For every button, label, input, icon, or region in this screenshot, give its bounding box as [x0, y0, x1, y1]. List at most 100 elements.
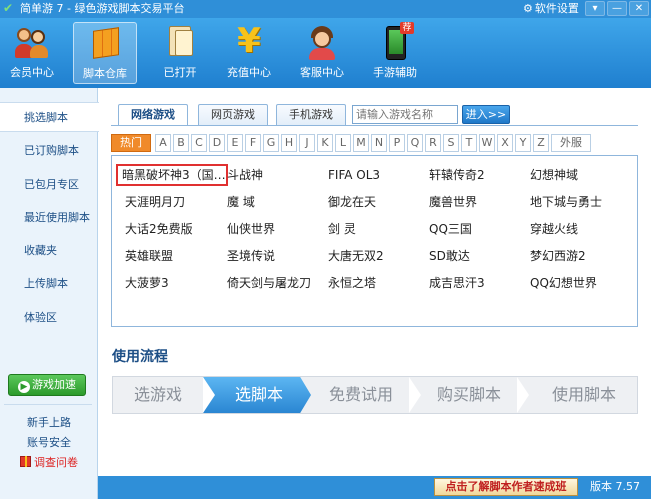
game-item[interactable]: 大菠萝3 [125, 275, 169, 291]
sidebar-item-upload[interactable]: 上传脚本 [0, 269, 98, 299]
sidebar: 挑选脚本 已订购脚本 已包月专区 最近使用脚本 收藏夹 上传脚本 体验区 ▶ 游戏… [0, 88, 99, 499]
tool-script-store[interactable]: 脚本仓库 [73, 22, 137, 84]
sidebar-item-monthly[interactable]: 已包月专区 [0, 170, 98, 200]
letter-t[interactable]: T [461, 134, 477, 152]
game-item[interactable]: 圣境传说 [227, 248, 275, 264]
letter-q[interactable]: Q [407, 134, 423, 152]
minimize-button[interactable]: — [607, 1, 627, 16]
game-item[interactable]: 永恒之塔 [328, 275, 376, 291]
tab-web-games[interactable]: 网页游戏 [198, 104, 268, 126]
tab-online-games[interactable]: 网络游戏 [118, 104, 188, 126]
game-item[interactable]: 天涯明月刀 [125, 194, 185, 210]
usage-flow-steps: 选游戏 选脚本 免费试用 购买脚本 使用脚本 [112, 376, 638, 414]
game-item[interactable]: 地下城与勇士 [530, 194, 602, 210]
tool-customer-service[interactable]: 客服中心 [290, 22, 354, 84]
tool-mobile-assist[interactable]: 荐 手游辅助 [363, 22, 427, 84]
tab-divider [111, 125, 638, 126]
letter-l[interactable]: L [335, 134, 351, 152]
tool-opened[interactable]: 已打开 [148, 22, 212, 84]
letter-p[interactable]: P [389, 134, 405, 152]
version-label: 版本 7.57 [590, 480, 640, 493]
tab-mobile-games[interactable]: 手机游戏 [276, 104, 346, 126]
game-item[interactable]: 成吉思汗3 [429, 275, 485, 291]
letter-h[interactable]: H [281, 134, 297, 152]
letter-hot[interactable]: 热门 [111, 134, 151, 152]
main-toolbar: 会员中心 脚本仓库 已打开 ¥ 充值中心 客服中心 荐 手游辅助 [0, 18, 651, 88]
game-item[interactable]: 穿越火线 [530, 221, 578, 237]
link-beginner-guide[interactable]: 新手上路 [0, 415, 98, 431]
sidebar-item-ordered[interactable]: 已订购脚本 [0, 136, 98, 166]
game-item[interactable]: QQ幻想世界 [530, 275, 597, 291]
tool-label: 充值中心 [227, 66, 271, 79]
step-use-script: 使用脚本 [551, 385, 616, 404]
letter-d[interactable]: D [209, 134, 225, 152]
game-item[interactable]: SD敢达 [429, 248, 470, 264]
letter-y[interactable]: Y [515, 134, 531, 152]
wrench-icon: ⚙ [523, 2, 533, 15]
link-account-security[interactable]: 账号安全 [0, 435, 98, 451]
tool-member-center[interactable]: 会员中心 [0, 22, 64, 84]
game-item[interactable]: 大唐无双2 [328, 248, 384, 264]
letter-b[interactable]: B [173, 134, 189, 152]
step-buy-script: 购买脚本 [436, 385, 501, 404]
close-button[interactable]: ✕ [629, 1, 649, 16]
yen-icon: ¥ [237, 21, 261, 61]
sidebar-item-recent[interactable]: 最近使用脚本 [0, 203, 98, 233]
game-accelerate-button[interactable]: ▶ 游戏加速 [8, 374, 86, 396]
game-item-selected[interactable]: 暗黑破坏神3（国… [116, 164, 228, 186]
letter-c[interactable]: C [191, 134, 207, 152]
game-item[interactable]: 斗战神 [227, 167, 263, 183]
search-enter-button[interactable]: 进入>> [462, 105, 510, 124]
sidebar-item-pick-script[interactable]: 挑选脚本 [0, 102, 99, 132]
letter-x[interactable]: X [497, 134, 513, 152]
mobile-phone-icon: 荐 [378, 22, 414, 60]
letter-r[interactable]: R [425, 134, 441, 152]
sidebar-divider [4, 404, 92, 405]
settings-label: 软件设置 [534, 2, 579, 15]
game-item[interactable]: QQ三国 [429, 221, 472, 237]
game-item[interactable]: 仙侠世界 [227, 221, 275, 237]
game-item[interactable]: 剑 灵 [328, 221, 356, 237]
game-item[interactable]: 大话2免费版 [125, 221, 193, 237]
game-item[interactable]: 御龙在天 [328, 194, 376, 210]
letter-a[interactable]: A [155, 134, 171, 152]
accelerate-label: 游戏加速 [32, 378, 76, 391]
author-course-button[interactable]: 点击了解脚本作者速成班 [434, 478, 578, 496]
step-arrow [517, 377, 531, 413]
step-choose-script: 选脚本 [234, 385, 283, 404]
letter-j[interactable]: J [299, 134, 315, 152]
letter-w[interactable]: W [479, 134, 495, 152]
usage-flow-title: 使用流程 [112, 349, 168, 365]
opened-scripts-icon [163, 24, 197, 60]
letter-z[interactable]: Z [533, 134, 549, 152]
game-item[interactable]: 梦幻西游2 [530, 248, 586, 264]
game-item[interactable]: 魔兽世界 [429, 194, 477, 210]
sidebar-item-favorites[interactable]: 收藏夹 [0, 236, 98, 266]
letter-g[interactable]: G [263, 134, 279, 152]
game-item[interactable]: 轩辕传奇2 [429, 167, 485, 183]
settings-button[interactable]: ⚙ 软件设置 [523, 1, 579, 16]
game-item[interactable]: 魔 域 [227, 194, 255, 210]
tool-recharge-center[interactable]: ¥ 充值中心 [217, 22, 281, 84]
tool-label: 会员中心 [10, 66, 54, 79]
letter-foreign-servers[interactable]: 外服 [551, 134, 591, 152]
customer-service-icon [305, 24, 339, 60]
letter-s[interactable]: S [443, 134, 459, 152]
game-item[interactable]: 英雄联盟 [125, 248, 173, 264]
letter-f[interactable]: F [245, 134, 261, 152]
tool-label: 已打开 [163, 66, 197, 79]
game-item[interactable]: 倚天剑与屠龙刀 [227, 275, 311, 291]
game-search-input[interactable] [352, 105, 458, 124]
script-store-icon [89, 25, 123, 61]
letter-k[interactable]: K [317, 134, 333, 152]
letter-e[interactable]: E [227, 134, 243, 152]
link-survey[interactable]: 调查问卷 [0, 455, 98, 471]
letter-n[interactable]: N [371, 134, 387, 152]
step-free-trial: 免费试用 [328, 385, 393, 404]
game-item[interactable]: 幻想神域 [530, 167, 578, 183]
window-title: 简单游 7 - 绿色游戏脚本交易平台 [20, 2, 185, 15]
letter-m[interactable]: M [353, 134, 369, 152]
game-item[interactable]: FIFA OL3 [328, 167, 380, 183]
sidebar-item-trial[interactable]: 体验区 [0, 303, 98, 333]
menu-dropdown-button[interactable]: ▾ [585, 1, 605, 16]
